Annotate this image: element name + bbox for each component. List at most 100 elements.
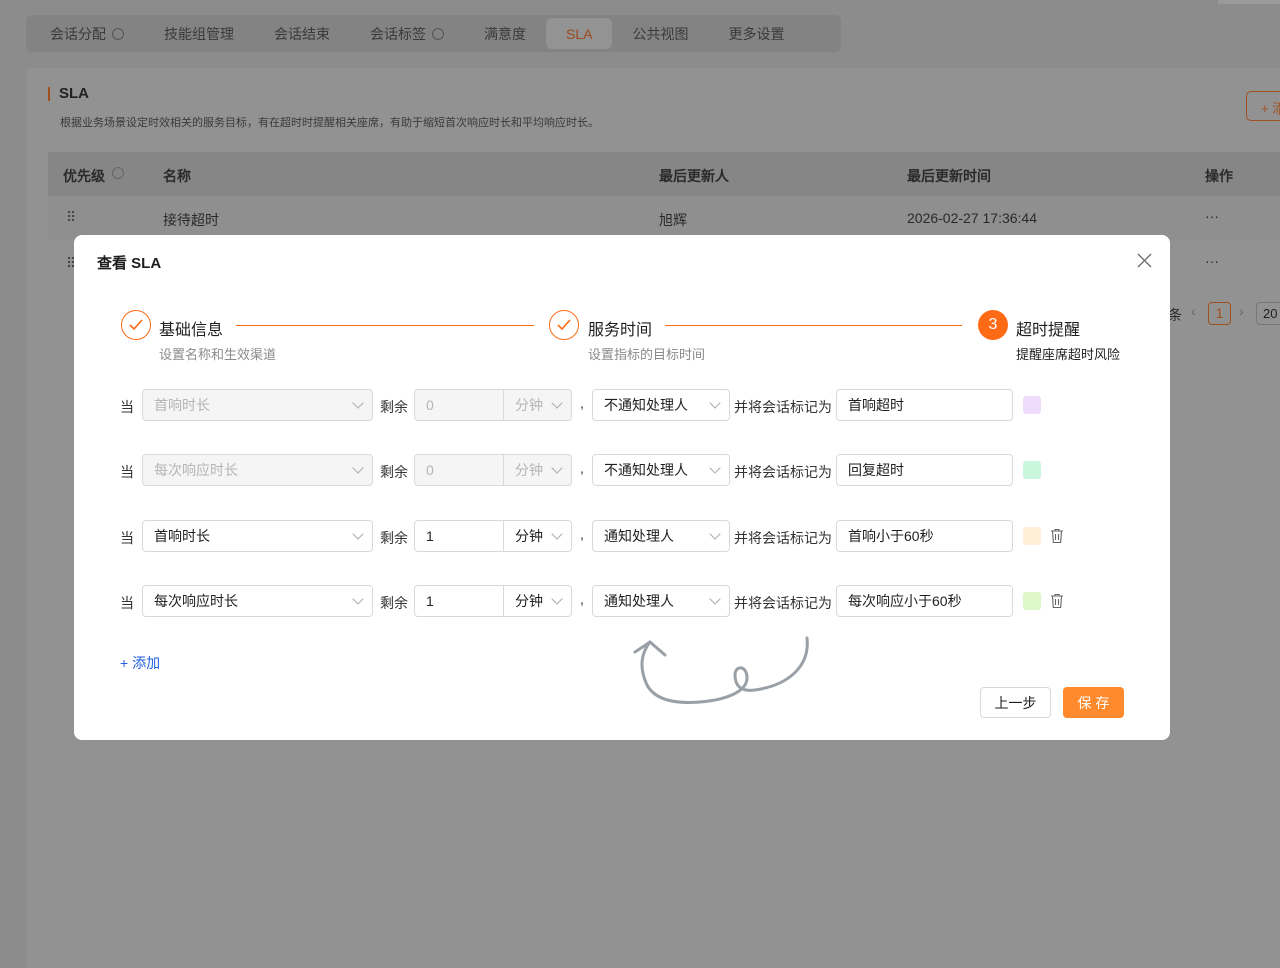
tag-name-input[interactable]: 首响小于60秒 [836, 520, 1013, 552]
page-title: SLA [59, 85, 89, 102]
tab-label: 会话标签 [370, 25, 426, 42]
remaining-value-input: 0 [414, 389, 504, 421]
tag-color-swatch[interactable] [1023, 592, 1041, 610]
drag-handle-icon[interactable]: ⠿ [66, 209, 76, 226]
remaining-label: 剩余 [380, 464, 408, 480]
tab-label: 会话分配 [50, 25, 106, 42]
chevron-down-icon [352, 593, 364, 605]
col-updater: 最后更新人 [659, 168, 729, 184]
trash-icon[interactable] [1050, 528, 1064, 549]
next-page-icon[interactable]: › [1239, 303, 1244, 319]
row-more-button[interactable]: ··· [1205, 253, 1219, 269]
row-more-button[interactable]: ··· [1205, 208, 1219, 224]
prev-page-icon[interactable]: ‹ [1191, 303, 1196, 319]
notify-value: 通知处理人 [604, 593, 674, 609]
step-3-number: 3 [978, 310, 1008, 340]
mark-as-label: 并将会话标记为 [734, 530, 832, 546]
tab-0[interactable]: 会话分配 [30, 18, 144, 49]
pagination-total: 条 [1168, 307, 1182, 323]
metric-value: 每次响应时长 [154, 462, 238, 478]
modal-title: 查看 SLA [97, 255, 162, 272]
notify-select[interactable]: 不通知处理人 [592, 389, 730, 421]
chevron-down-icon [709, 462, 721, 474]
metric-select[interactable]: 首响时长 [142, 520, 373, 552]
tab-label: 会话结束 [274, 25, 330, 42]
comma: , [580, 591, 584, 607]
step-3-title: 超时提醒 [1016, 322, 1081, 339]
save-button[interactable]: 保 存 [1063, 687, 1124, 718]
info-icon [112, 167, 124, 179]
comma: , [580, 460, 584, 476]
mark-as-label: 并将会话标记为 [734, 595, 832, 611]
chevron-down-icon [352, 397, 364, 409]
remaining-value-input[interactable]: 1 [414, 520, 504, 552]
unit-value: 分钟 [515, 462, 543, 478]
chevron-down-icon [709, 397, 721, 409]
tab-4[interactable]: 满意度 [464, 18, 546, 49]
row-time: 2026-02-27 17:36:44 [907, 210, 1037, 226]
unit-select: 分钟 [503, 454, 572, 486]
metric-value: 首响时长 [154, 528, 210, 544]
previous-step-button[interactable]: 上一步 [980, 687, 1051, 718]
tab-7[interactable]: 更多设置 [708, 18, 804, 49]
remaining-label: 剩余 [380, 530, 408, 546]
metric-value: 首响时长 [154, 397, 210, 413]
unit-value: 分钟 [515, 593, 543, 609]
tab-2[interactable]: 会话结束 [254, 18, 350, 49]
unit-select[interactable]: 分钟 [503, 520, 572, 552]
notify-value: 不通知处理人 [604, 462, 688, 478]
tab-5[interactable]: SLA [546, 18, 613, 49]
step-2-title: 服务时间 [588, 322, 653, 339]
tab-1[interactable]: 技能组管理 [144, 18, 254, 49]
view-sla-modal [74, 235, 1170, 740]
top-bar-edge [1218, 0, 1280, 4]
tag-color-swatch[interactable] [1023, 461, 1041, 479]
remaining-label: 剩余 [380, 595, 408, 611]
add-sla-button[interactable]: + 添 [1246, 91, 1280, 121]
when-label: 当 [120, 595, 134, 611]
tag-name-input[interactable]: 每次响应小于60秒 [836, 585, 1013, 617]
tag-name-input[interactable]: 首响超时 [836, 389, 1013, 421]
help-icon [432, 27, 444, 40]
remaining-value-input: 0 [414, 454, 504, 486]
unit-select[interactable]: 分钟 [503, 585, 572, 617]
col-updated-time: 最后更新时间 [907, 168, 991, 184]
metric-select: 每次响应时长 [142, 454, 373, 486]
chevron-down-icon [709, 528, 721, 540]
page-description: 根据业务场景设定时效相关的服务目标，有在超时时提醒相关座席，有助于缩短首次响应时… [60, 117, 599, 129]
chevron-down-icon [551, 593, 563, 605]
col-actions: 操作 [1205, 168, 1233, 184]
step-connector [665, 325, 962, 326]
row-updater: 旭辉 [659, 212, 687, 228]
metric-select[interactable]: 每次响应时长 [142, 585, 373, 617]
unit-value: 分钟 [515, 528, 543, 544]
tab-label: 满意度 [484, 25, 526, 42]
page-1[interactable]: 1 [1208, 302, 1231, 325]
notify-value: 通知处理人 [604, 528, 674, 544]
tag-color-swatch[interactable] [1023, 396, 1041, 414]
notify-select[interactable]: 通知处理人 [592, 520, 730, 552]
chevron-down-icon [709, 593, 721, 605]
add-rule-link[interactable]: + 添加 [120, 653, 160, 673]
tab-label: SLA [566, 25, 593, 42]
trash-icon[interactable] [1050, 593, 1064, 614]
step-done-icon [549, 310, 579, 340]
chevron-down-icon [551, 528, 563, 540]
unit-select: 分钟 [503, 389, 572, 421]
close-icon[interactable] [1136, 252, 1153, 269]
chevron-down-icon [352, 462, 364, 474]
settings-tabs: 会话分配 技能组管理 会话结束 会话标签 满意度 SLA 公共视图 更多设置 [26, 15, 841, 52]
when-label: 当 [120, 464, 134, 480]
page-size-select[interactable]: 20 [1256, 302, 1280, 325]
remaining-value-input[interactable]: 1 [414, 585, 504, 617]
tag-color-swatch[interactable] [1023, 527, 1041, 545]
tab-6[interactable]: 公共视图 [612, 18, 708, 49]
tag-name-input[interactable]: 回复超时 [836, 454, 1013, 486]
when-label: 当 [120, 530, 134, 546]
comma: , [580, 395, 584, 411]
notify-select[interactable]: 通知处理人 [592, 585, 730, 617]
tab-3[interactable]: 会话标签 [350, 18, 464, 49]
remaining-label: 剩余 [380, 399, 408, 415]
info-icon [112, 27, 124, 40]
notify-select[interactable]: 不通知处理人 [592, 454, 730, 486]
